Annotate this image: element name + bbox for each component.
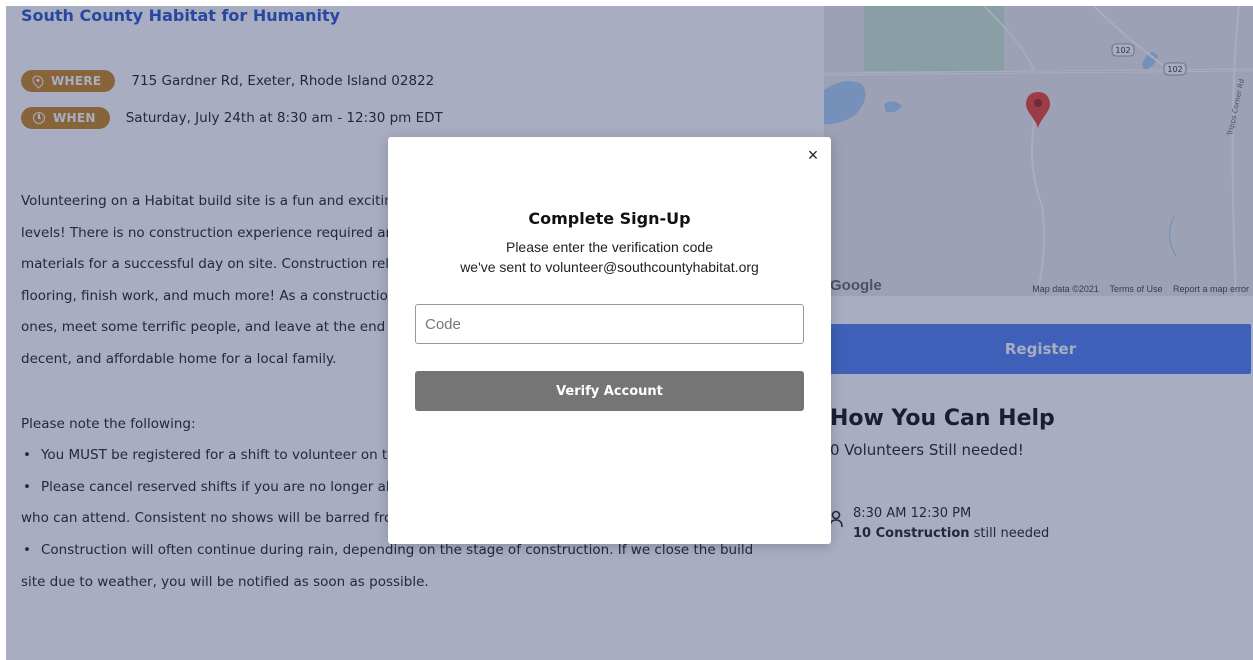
code-input[interactable] <box>415 304 804 344</box>
modal-instruction: Please enter the verification code <box>505 239 713 255</box>
close-icon[interactable]: × <box>805 145 821 165</box>
signup-modal: × Complete Sign-Up Please enter the veri… <box>388 137 831 544</box>
verify-account-button[interactable]: Verify Account <box>415 371 804 411</box>
modal-email-line: we've sent to volunteer@southcountyhabit… <box>460 259 759 275</box>
modal-title: Complete Sign-Up <box>528 209 691 228</box>
